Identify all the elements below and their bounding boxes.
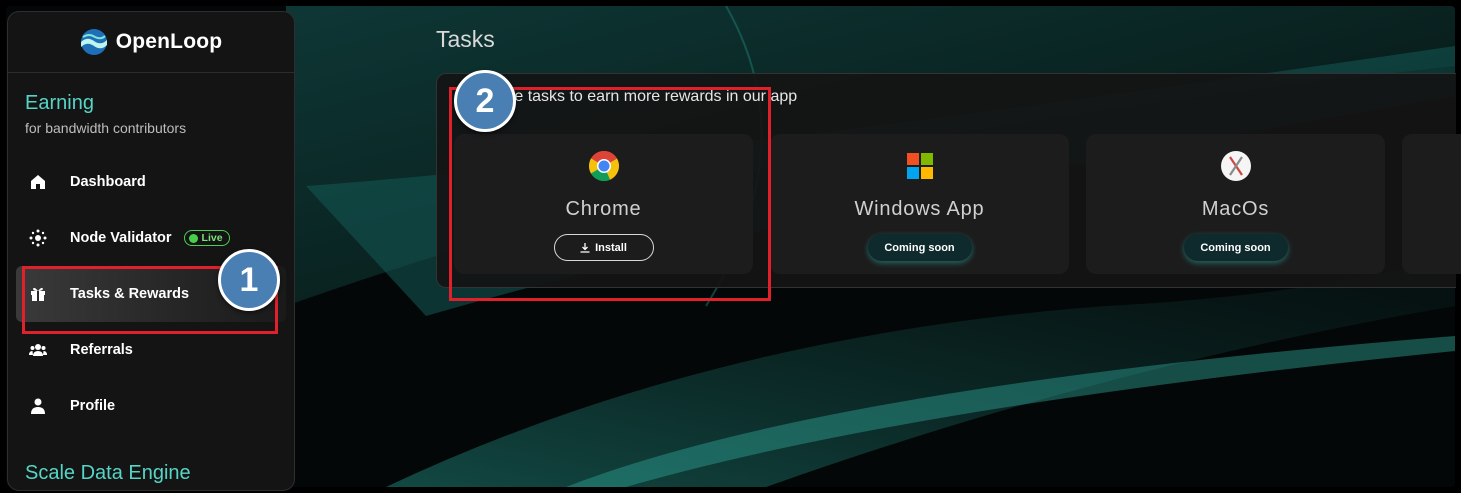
sidebar-item-label: Tasks & Rewards xyxy=(70,286,190,302)
brand-name: OpenLoop xyxy=(115,30,223,53)
windows-icon xyxy=(906,153,933,179)
section-title-scale-data-engine: Scale Data Engine xyxy=(25,462,191,484)
sidebar-item-label: Node Validator xyxy=(70,230,172,246)
task-card-chrome: Chrome Install xyxy=(454,134,753,274)
page-title: Tasks xyxy=(436,26,495,52)
tasks-panel: ete tasks to earn more rewards in our ap… xyxy=(436,73,1461,288)
install-button-label: Install xyxy=(595,241,627,254)
live-dot-icon xyxy=(188,233,198,243)
step-marker-1: 1 xyxy=(218,249,280,311)
openloop-logo-icon xyxy=(80,29,107,55)
sidebar-item-label: Referrals xyxy=(70,342,133,358)
card-title: Chrome xyxy=(565,198,642,220)
sidebar-item-label: Dashboard xyxy=(70,174,146,190)
task-card-windows-app: Windows App Coming soon xyxy=(770,134,1069,274)
live-status-badge: Live xyxy=(183,230,230,246)
sidebar-item-label: Profile xyxy=(70,398,116,414)
sidebar-item-referrals[interactable]: Referrals xyxy=(8,322,294,378)
user-icon xyxy=(28,396,48,416)
task-card-partial xyxy=(1402,134,1461,274)
card-title: Windows App xyxy=(854,198,985,220)
chrome-icon xyxy=(588,150,619,181)
coming-soon-badge: Coming soon xyxy=(867,234,972,261)
step-marker-2: 2 xyxy=(454,70,516,132)
node-icon xyxy=(28,228,48,248)
install-chrome-button[interactable]: Install xyxy=(553,234,654,261)
home-icon xyxy=(28,172,48,192)
coming-soon-badge: Coming soon xyxy=(1183,234,1288,261)
users-icon xyxy=(28,340,48,360)
section-subtitle: for bandwidth contributors xyxy=(25,120,187,136)
macos-icon xyxy=(1220,151,1251,181)
card-title: MacOs xyxy=(1201,198,1270,220)
task-card-macos: MacOs Coming soon xyxy=(1086,134,1385,274)
gift-icon xyxy=(28,284,48,304)
tasks-subtitle: ete tasks to earn more rewards in our ap… xyxy=(501,88,798,105)
download-icon xyxy=(580,242,590,253)
brand-header: OpenLoop xyxy=(8,12,294,73)
sidebar-item-profile[interactable]: Profile xyxy=(8,378,294,434)
section-title-earning: Earning xyxy=(25,92,94,114)
live-badge-label: Live xyxy=(201,232,223,244)
sidebar-item-dashboard[interactable]: Dashboard xyxy=(8,154,294,210)
